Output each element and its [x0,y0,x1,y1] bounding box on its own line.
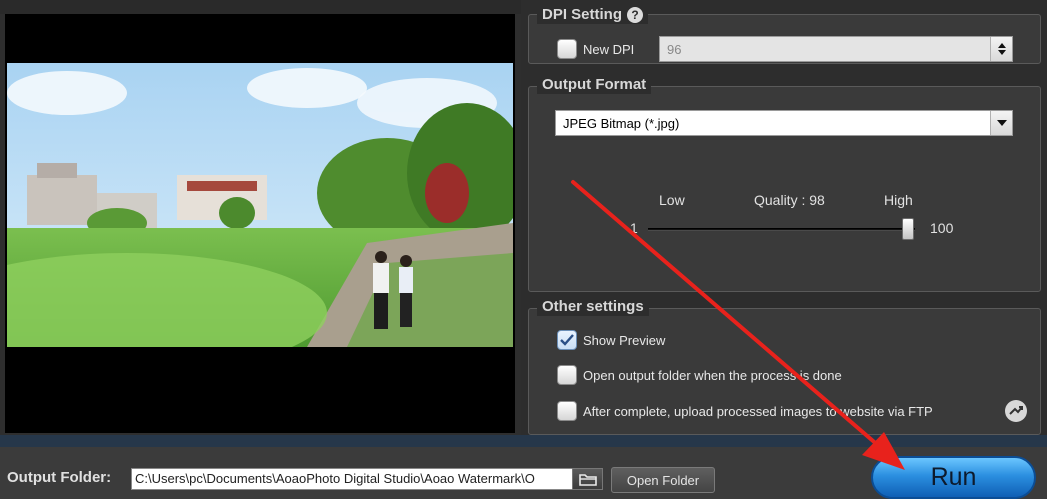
ftp-upload-label: After complete, upload processed images … [583,403,933,419]
quality-value-text: Quality : 98 [754,192,825,208]
bottom-separator [0,435,1047,447]
open-folder-button[interactable]: Open Folder [611,467,715,493]
new-dpi-label: New DPI [583,41,635,57]
show-preview-row[interactable]: Show Preview [557,330,665,350]
dpi-value-spinner[interactable]: 96 [659,36,1013,62]
preview-image [7,63,513,347]
bottom-bar: Output Folder: C:\Users\pc\Documents\Aoa… [0,447,1047,499]
quality-min-label: 1 [630,220,638,236]
open-output-folder-label: Open output folder when the process is d… [583,367,842,383]
quality-slider-thumb[interactable] [902,218,914,240]
output-format-value: JPEG Bitmap (*.jpg) [563,115,680,131]
settings-panel: DPI Setting ? New DPI 96 Output Format J… [521,0,1047,435]
folder-browse-icon[interactable] [572,468,603,490]
checkmark-icon [560,334,574,346]
show-preview-checkbox[interactable] [557,330,577,350]
question-icon[interactable]: ? [627,7,644,23]
open-output-folder-row[interactable]: Open output folder when the process is d… [557,365,842,385]
chevron-down-icon[interactable] [990,111,1012,135]
new-dpi-checkbox[interactable] [557,39,577,59]
dpi-setting-title: DPI Setting ? [537,6,649,24]
dpi-value: 96 [667,41,682,57]
output-format-title: Output Format [537,76,652,94]
output-format-select[interactable]: JPEG Bitmap (*.jpg) [555,110,1013,136]
new-dpi-checkbox-row[interactable]: New DPI [557,39,634,59]
show-preview-label: Show Preview [583,332,666,348]
output-folder-label: Output Folder: [7,469,112,486]
run-button[interactable]: Run [871,456,1036,499]
ftp-settings-icon[interactable] [1005,400,1027,422]
spinner-updown-icon[interactable] [990,37,1012,61]
quality-max-label: 100 [930,220,954,236]
ftp-upload-row[interactable]: After complete, upload processed images … [557,401,933,421]
preview-area [5,14,515,433]
other-settings-group: Other settings Show Preview Open output … [528,298,1041,435]
quality-high-label: High [884,192,913,208]
output-folder-input[interactable]: C:\Users\pc\Documents\AoaoPhoto Digital … [131,468,573,490]
other-settings-title: Other settings [537,298,649,316]
quality-slider-track[interactable] [648,228,915,231]
quality-low-label: Low [659,192,685,208]
output-format-group: Output Format JPEG Bitmap (*.jpg) [528,76,1041,292]
open-output-folder-checkbox[interactable] [557,365,577,385]
dpi-setting-group: DPI Setting ? New DPI 96 [528,6,1041,64]
ftp-upload-checkbox[interactable] [557,401,577,421]
